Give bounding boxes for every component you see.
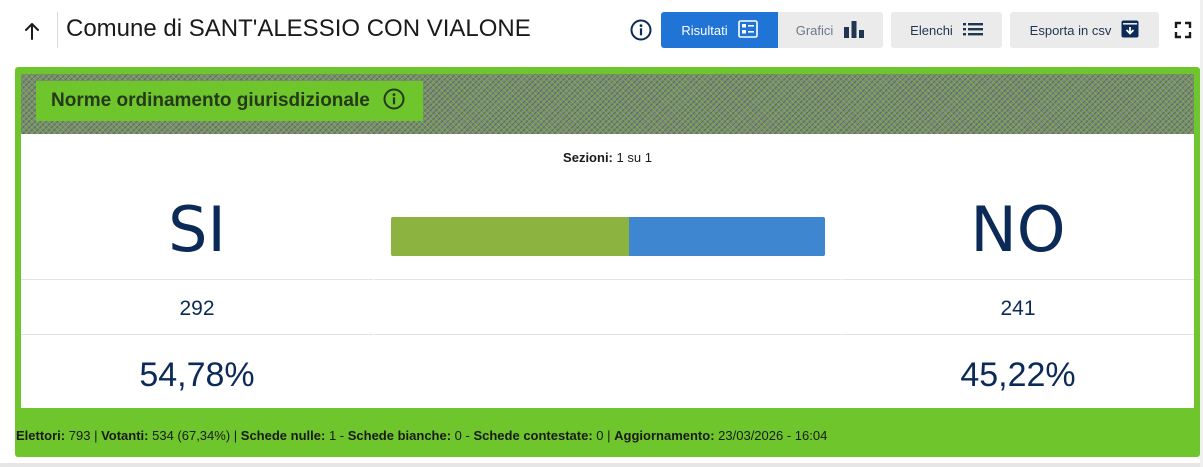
info-icon[interactable]: [629, 18, 653, 42]
back-arrow-icon[interactable]: [20, 18, 44, 44]
results-panel: Sezioni: 1 su 1 SI NO 292 241 54,78% 45,…: [21, 134, 1194, 408]
sezioni-value: 1 su 1: [616, 150, 652, 165]
sezioni-label: Sezioni:: [563, 150, 613, 165]
tab-grafici[interactable]: Grafici: [778, 12, 883, 48]
referendum-card: Norme ordinamento giurisdizionale Sezion…: [15, 67, 1200, 457]
stats-footer: Elettori: 793 | Votanti: 534 (67,34%) | …: [16, 428, 828, 443]
elettori-value: 793: [68, 428, 91, 443]
card-header: Norme ordinamento giurisdizionale: [21, 74, 1194, 134]
tab-grafici-label: Grafici: [795, 22, 834, 38]
card-title-badge: Norme ordinamento giurisdizionale: [36, 81, 423, 121]
vote-split-bar: [391, 217, 825, 256]
page-title: Comune di SANT'ALESSIO CON VIALONE: [66, 15, 531, 42]
divider: [21, 334, 373, 335]
contestate-value: 0: [596, 428, 604, 443]
bar-chart-icon: [843, 20, 865, 41]
divider: [374, 334, 841, 335]
download-box-icon: [1121, 20, 1139, 41]
bianche-label: Schede bianche:: [347, 428, 452, 443]
fullscreen-icon[interactable]: [1173, 20, 1193, 40]
sezioni-count: Sezioni: 1 su 1: [21, 150, 1194, 165]
bar-segment-si: [391, 217, 629, 256]
contestate-label: Schede contestate:: [473, 428, 593, 443]
info-icon[interactable]: [382, 87, 406, 116]
elettori-label: Elettori:: [16, 428, 66, 443]
nulle-value: 1: [328, 428, 337, 443]
aggiornamento-label: Aggiornamento:: [614, 428, 715, 443]
divider: [842, 334, 1194, 335]
list-details-icon: [737, 19, 758, 41]
elenchi-label: Elenchi: [910, 22, 953, 38]
divider: [842, 279, 1194, 280]
bianche-value: 0: [454, 428, 462, 443]
no-percent: 45,22%: [960, 356, 1076, 394]
card-title: Norme ordinamento giurisdizionale: [51, 90, 370, 111]
top-bar: Comune di SANT'ALESSIO CON VIALONE Risul…: [0, 0, 1203, 62]
nulle-label: Schede nulle:: [240, 428, 326, 443]
elenchi-button[interactable]: Elenchi: [891, 12, 1002, 48]
export-csv-label: Esporta in csv: [1029, 22, 1112, 38]
tab-risultati[interactable]: Risultati: [661, 12, 778, 48]
divider: [21, 279, 373, 280]
si-votes: 292: [179, 297, 215, 320]
title-divider: [57, 12, 58, 48]
export-csv-button[interactable]: Esporta in csv: [1010, 12, 1159, 48]
si-percent: 54,78%: [139, 356, 255, 394]
aggiornamento-value: 23/03/2026 - 16:04: [718, 428, 828, 443]
bar-segment-no: [628, 217, 825, 256]
tab-risultati-label: Risultati: [681, 22, 728, 38]
divider: [374, 279, 841, 280]
votanti-label: Votanti:: [101, 428, 149, 443]
si-label: SI: [168, 193, 226, 266]
bottom-divider: [0, 463, 1203, 467]
votanti-value: 534 (67,34%): [152, 428, 231, 443]
no-label: NO: [970, 193, 1066, 266]
list-icon: [962, 22, 983, 39]
no-votes: 241: [1000, 297, 1036, 320]
